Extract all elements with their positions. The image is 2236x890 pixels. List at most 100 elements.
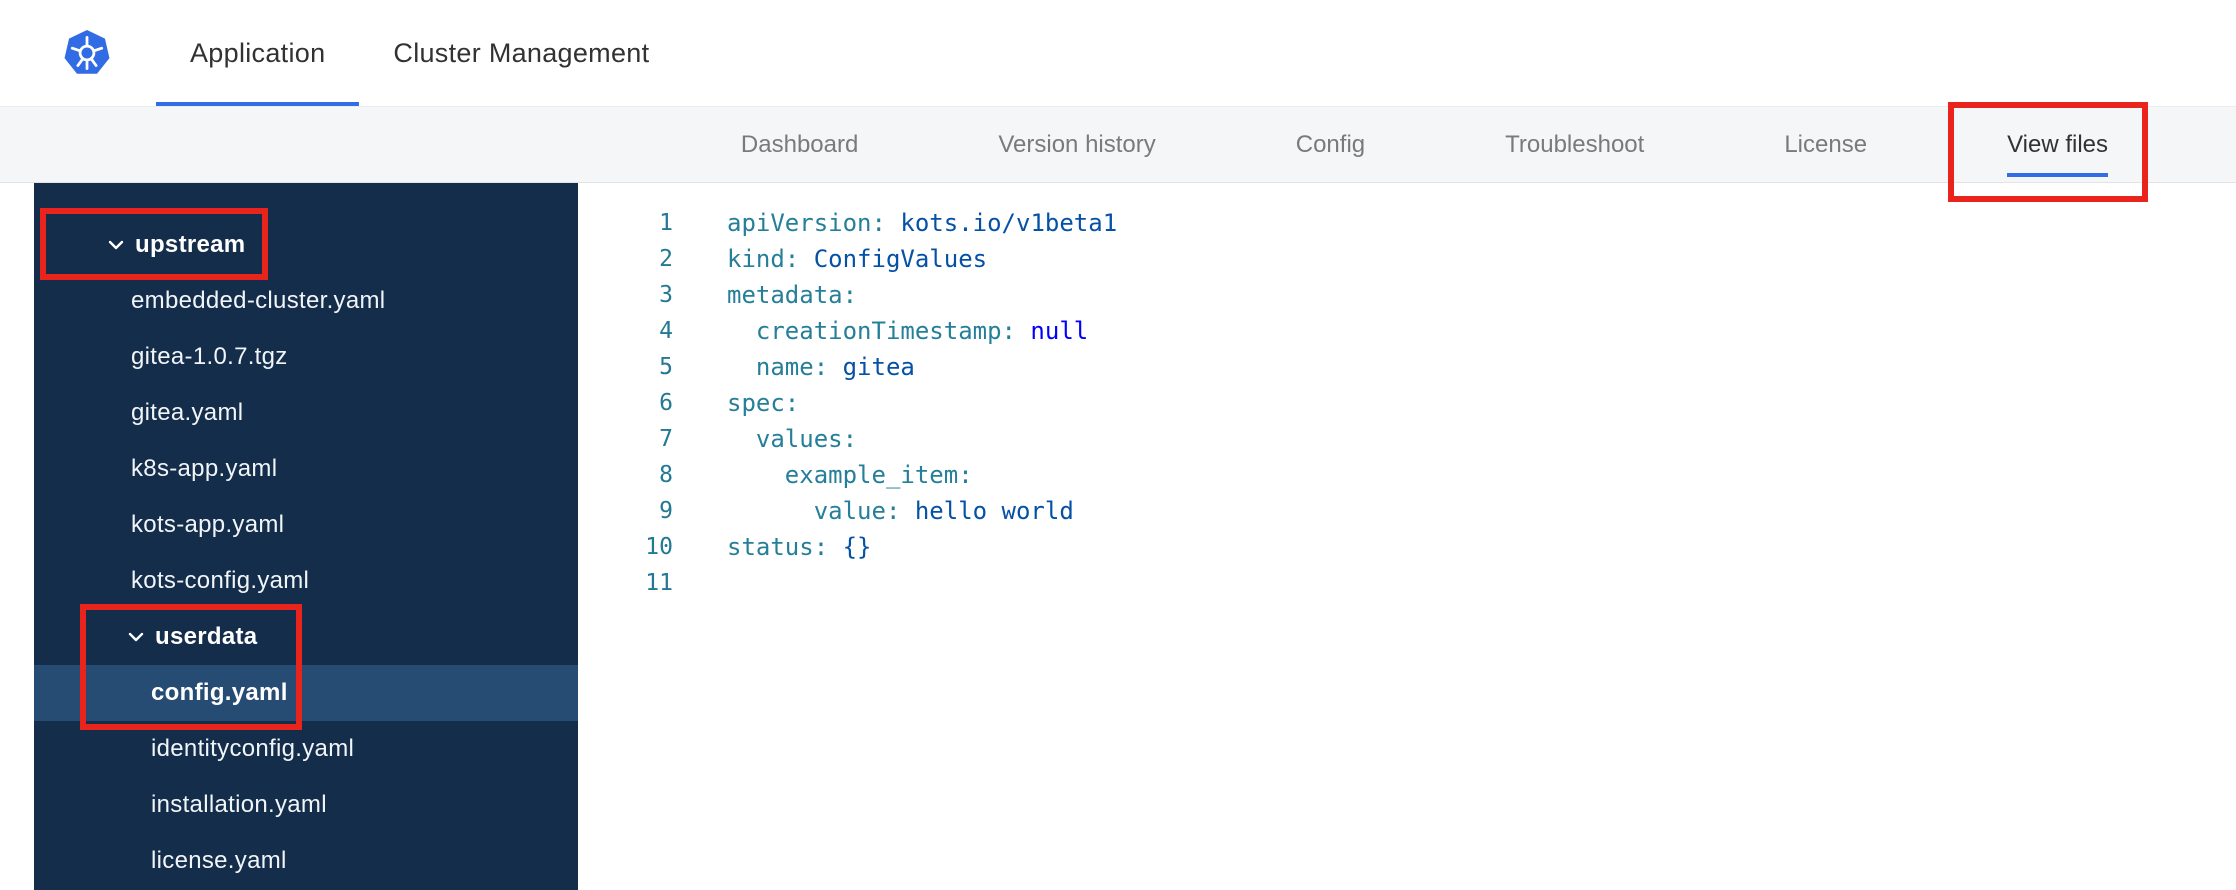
tree-folder-label: upstream — [135, 231, 246, 258]
code-token: status: — [727, 533, 829, 561]
line-content — [673, 565, 727, 601]
code-line: 10 status: {} — [578, 529, 2236, 565]
tree-file-installation-yaml[interactable]: installation.yaml — [34, 777, 578, 833]
top-tab-label: Cluster Management — [393, 37, 650, 68]
tree-file-label: gitea.yaml — [131, 399, 244, 426]
tree-folder-upstream[interactable]: upstream — [34, 217, 578, 273]
tree-file-gitea-yaml[interactable]: gitea.yaml — [34, 385, 578, 441]
tree-file-label: k8s-app.yaml — [131, 455, 278, 482]
subnav-item-label: Troubleshoot — [1505, 130, 1645, 158]
line-number: 4 — [659, 318, 673, 344]
kubernetes-logo — [64, 30, 110, 76]
code-token: apiVersion: — [727, 209, 886, 237]
code-token: value: — [727, 497, 901, 525]
tree-file-label: installation.yaml — [151, 791, 327, 818]
tree-file-kots-config-yaml[interactable]: kots-config.yaml — [34, 553, 578, 609]
line-number: 7 — [659, 426, 673, 452]
code-line: 11 — [578, 565, 2236, 601]
tree-file-kots-app-yaml[interactable]: kots-app.yaml — [34, 497, 578, 553]
code-line: 7 values: — [578, 421, 2236, 457]
code-token: {} — [828, 533, 872, 561]
code-line: 6 spec: — [578, 385, 2236, 421]
subnav-item-label: Version history — [998, 130, 1156, 158]
line-content: name: gitea — [673, 349, 915, 385]
code-line: 5 name: gitea — [578, 349, 2236, 385]
code-token: name: — [727, 353, 829, 381]
code-line: 2 kind: ConfigValues — [578, 241, 2236, 277]
tree-file-label: kots-app.yaml — [131, 511, 285, 538]
tree-file-embedded-cluster-yaml[interactable]: embedded-cluster.yaml — [34, 273, 578, 329]
line-content: values: — [673, 421, 857, 457]
main-area: upstream embedded-cluster.yaml gitea-1.0… — [0, 183, 2236, 890]
code-line: 8 example_item: — [578, 457, 2236, 493]
app-subnav: Dashboard Version history Config Trouble… — [0, 107, 2236, 183]
code-token: null — [1015, 317, 1089, 345]
code-token: ConfigValues — [799, 245, 988, 273]
line-content: metadata: — [673, 277, 857, 313]
line-number: 2 — [659, 246, 673, 272]
line-number: 11 — [645, 570, 673, 596]
code-line: 1 apiVersion: kots.io/v1beta1 — [578, 205, 2236, 241]
line-number: 1 — [659, 210, 673, 236]
code-token: values: — [727, 425, 858, 453]
code-line: 9 value: hello world — [578, 493, 2236, 529]
subnav-item-label: Dashboard — [740, 130, 859, 158]
line-number: 6 — [659, 390, 673, 416]
top-tab-cluster-management[interactable]: Cluster Management — [359, 0, 683, 106]
tree-file-config-yaml[interactable]: config.yaml — [34, 665, 578, 721]
tree-file-label: kots-config.yaml — [131, 567, 310, 594]
line-content: spec: — [673, 385, 799, 421]
tree-folder-userdata[interactable]: userdata — [34, 609, 578, 665]
line-content: example_item: — [673, 457, 973, 493]
subnav-item-config[interactable]: Config — [1296, 107, 1365, 182]
code-line: 3 metadata: — [578, 277, 2236, 313]
line-content: status: {} — [673, 529, 872, 565]
line-number: 10 — [645, 534, 673, 560]
top-tab-label: Application — [190, 37, 326, 68]
code-line: 4 creationTimestamp: null — [578, 313, 2236, 349]
line-content: creationTimestamp: null — [673, 313, 1088, 349]
line-content: apiVersion: kots.io/v1beta1 — [673, 205, 1117, 241]
tree-folder-label: userdata — [155, 623, 258, 650]
tree-file-label: identityconfig.yaml — [151, 735, 355, 762]
subnav-item-troubleshoot[interactable]: Troubleshoot — [1505, 107, 1644, 182]
code-token: creationTimestamp: — [727, 317, 1016, 345]
line-number: 8 — [659, 462, 673, 488]
tree-file-label: config.yaml — [151, 679, 288, 706]
kots-admin-console: Application Cluster Management Dashboard… — [0, 0, 2236, 890]
line-number: 5 — [659, 354, 673, 380]
top-nav: Application Cluster Management — [156, 0, 683, 106]
subnav-item-view-files[interactable]: View files — [2007, 107, 2108, 182]
app-header: Application Cluster Management — [0, 0, 2236, 107]
code-token: hello world — [900, 497, 1074, 525]
subnav-item-dashboard[interactable]: Dashboard — [741, 107, 858, 182]
line-number: 9 — [659, 498, 673, 524]
code-token: kind: — [727, 245, 800, 273]
subnav-item-label: Config — [1295, 130, 1366, 158]
code-token: metadata: — [727, 281, 858, 309]
code-token: spec: — [727, 389, 800, 417]
subnav-item-label: License — [1784, 130, 1868, 158]
kubernetes-helm-icon — [64, 30, 110, 74]
line-content: kind: ConfigValues — [673, 241, 987, 277]
subnav-item-license[interactable]: License — [1784, 107, 1867, 182]
tree-file-k8s-app-yaml[interactable]: k8s-app.yaml — [34, 441, 578, 497]
line-content: value: hello world — [673, 493, 1074, 529]
chevron-down-icon — [125, 626, 147, 648]
code-token: gitea — [828, 353, 915, 381]
subnav-item-label: View files — [2007, 130, 2108, 158]
yaml-code-editor[interactable]: 1 apiVersion: kots.io/v1beta1 2 kind: Co… — [578, 183, 2236, 890]
tree-file-gitea-1-0-7-tgz[interactable]: gitea-1.0.7.tgz — [34, 329, 578, 385]
tree-file-label: embedded-cluster.yaml — [131, 287, 386, 314]
tree-file-identityconfig-yaml[interactable]: identityconfig.yaml — [34, 721, 578, 777]
top-tab-application[interactable]: Application — [156, 0, 360, 106]
line-number: 3 — [659, 282, 673, 308]
tree-file-label: gitea-1.0.7.tgz — [131, 343, 288, 370]
tree-file-label: license.yaml — [151, 847, 287, 874]
tree-file-license-yaml[interactable]: license.yaml — [34, 833, 578, 889]
file-tree-sidebar: upstream embedded-cluster.yaml gitea-1.0… — [34, 183, 578, 890]
code-token: kots.io/v1beta1 — [885, 209, 1118, 237]
subnav-item-version-history[interactable]: Version history — [998, 107, 1155, 182]
code-token: example_item: — [727, 461, 973, 489]
chevron-down-icon — [105, 234, 127, 256]
